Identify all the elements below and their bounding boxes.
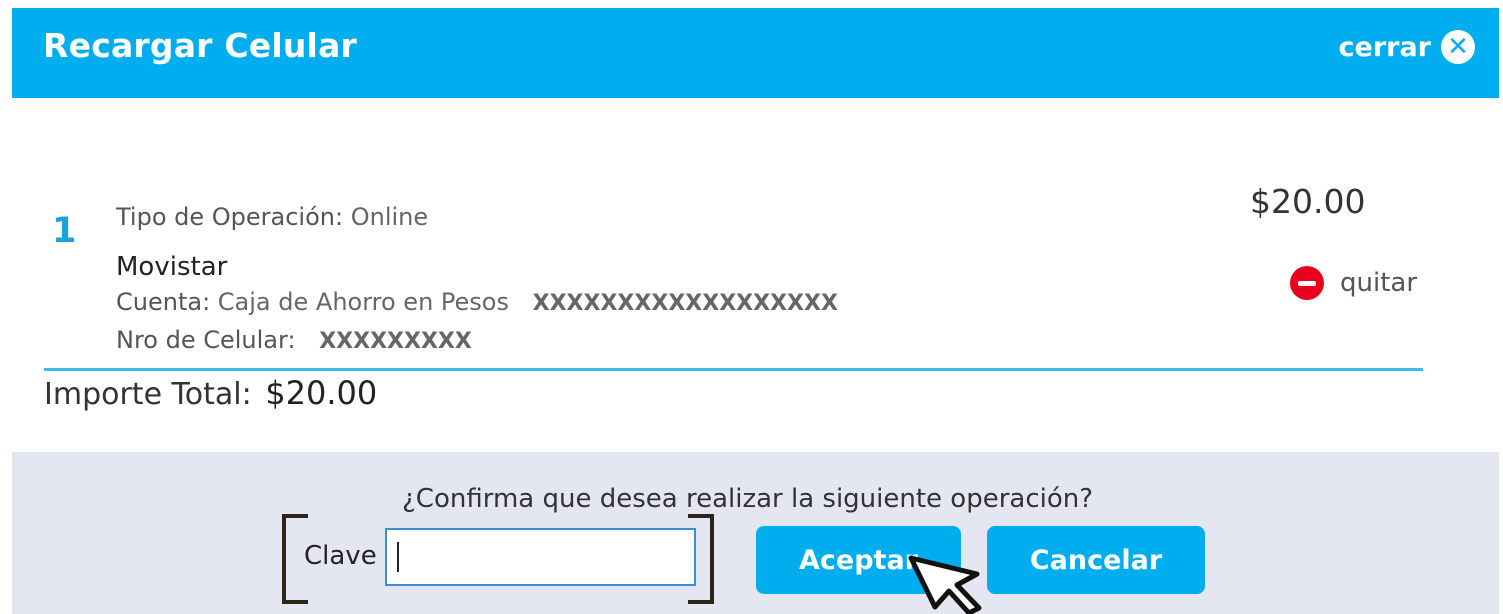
cancel-button[interactable]: Cancelar [987, 526, 1205, 594]
dialog-header: Recargar Celular cerrar ✕ [12, 8, 1499, 98]
confirm-panel: ¿Confirma que desea realizar la siguient… [12, 452, 1499, 614]
total-line: Importe Total: $20.00 [44, 374, 377, 412]
close-button[interactable]: cerrar ✕ [1339, 30, 1475, 64]
password-label: Clave [304, 541, 377, 571]
phone-label: Nro de Celular: [116, 326, 296, 354]
operation-type-value: Online [350, 203, 429, 231]
minus-circle-icon[interactable] [1290, 266, 1324, 300]
account-number: XXXXXXXXXXXXXXXXXX [532, 291, 838, 316]
pointer-cursor-icon [908, 555, 982, 614]
operation-type-label: Tipo de Operación: [116, 203, 344, 231]
operation-type-line: Tipo de Operación: Online [116, 203, 428, 231]
close-circle-icon[interactable]: ✕ [1441, 30, 1475, 64]
account-label: Cuenta: [116, 288, 211, 316]
divider [44, 368, 1423, 371]
confirm-question: ¿Confirma que desea realizar la siguient… [402, 484, 1094, 514]
remove-item-button[interactable]: quitar [1290, 266, 1417, 300]
close-label[interactable]: cerrar [1339, 32, 1431, 63]
remove-label[interactable]: quitar [1340, 268, 1417, 298]
phone-line: Nro de Celular: XXXXXXXXX [116, 326, 472, 354]
account-value: Caja de Ahorro en Pesos [217, 288, 509, 316]
total-label: Importe Total: [44, 377, 252, 412]
account-line: Cuenta: Caja de Ahorro en Pesos XXXXXXXX… [116, 288, 838, 316]
carrier-name: Movistar [116, 252, 228, 282]
total-value: $20.00 [265, 374, 378, 412]
item-amount: $20.00 [1250, 182, 1366, 221]
item-number: 1 [52, 211, 77, 251]
dialog-title: Recargar Celular [43, 26, 358, 65]
phone-number: XXXXXXXXX [319, 329, 472, 354]
password-input[interactable] [385, 528, 696, 586]
